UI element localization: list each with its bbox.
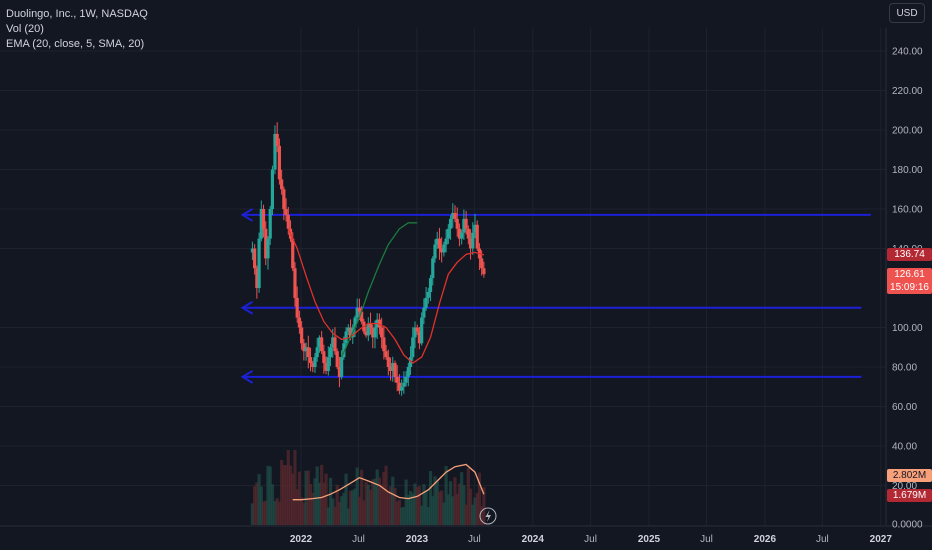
candle-body — [280, 179, 284, 190]
candle-body — [471, 232, 475, 249]
candle-body — [284, 209, 288, 215]
candle-body — [437, 238, 442, 249]
candle-body — [466, 228, 470, 239]
time-tick-label: Jul — [352, 534, 365, 545]
volume-ma-tag: 2.802M — [887, 469, 932, 482]
price-tick-label: 220.00 — [892, 86, 923, 97]
candle-body — [275, 133, 279, 146]
chart-legend: Duolingo, Inc., 1W, NASDAQ Vol (20) EMA … — [6, 7, 148, 52]
candle-body — [386, 357, 390, 367]
price-tick-label: 80.00 — [892, 363, 917, 374]
candle-body — [406, 367, 410, 377]
candle-body — [277, 145, 282, 180]
candle-body — [257, 238, 261, 288]
price-tick-label: 180.00 — [892, 165, 923, 176]
candle-body — [400, 386, 404, 391]
time-tick-label: 2023 — [406, 534, 429, 545]
volume-indicator-label[interactable]: Vol (20) — [6, 22, 148, 37]
candle-body — [433, 244, 437, 259]
candle-body — [448, 218, 453, 229]
candle-body — [382, 337, 386, 352]
candle-body — [384, 351, 388, 358]
candle-body — [297, 317, 302, 328]
time-tick-label: 2024 — [522, 534, 545, 545]
time-tick-label: Jul — [584, 534, 597, 545]
candle-body — [306, 347, 310, 358]
candle-body — [291, 238, 295, 269]
candle-body — [442, 244, 446, 253]
candle-body — [475, 224, 479, 249]
last-price-tag: 126.61 15:09:16 — [887, 268, 932, 294]
candle-body — [295, 297, 299, 318]
candle-body — [395, 376, 399, 383]
candle-body — [293, 268, 297, 298]
candle-body — [308, 357, 313, 364]
candle-body — [335, 351, 339, 367]
candle-body — [253, 248, 257, 269]
candle-body — [402, 382, 406, 387]
candle-body — [357, 307, 362, 312]
time-tick-label: 2025 — [638, 534, 661, 545]
candle-body — [270, 169, 275, 209]
ema-value-tag: 136.74 — [887, 248, 932, 261]
candle-body — [313, 357, 317, 367]
price-chart[interactable]: 240.00220.00200.00180.00160.00140.00100.… — [0, 0, 932, 550]
time-tick-label: 2026 — [754, 534, 777, 545]
candle-body — [320, 337, 324, 352]
candle-body — [428, 278, 433, 292]
candle-body — [431, 258, 435, 279]
candle-body — [446, 228, 450, 239]
candle-body — [261, 209, 266, 229]
price-tick-label: 160.00 — [892, 205, 923, 216]
candle-body — [315, 347, 319, 358]
candle-body — [415, 327, 419, 332]
candle-body — [326, 357, 330, 371]
candle-body — [344, 331, 348, 344]
candle-body — [420, 317, 424, 344]
volume-axis-label: 0.0000 — [892, 520, 923, 531]
candle-body — [422, 307, 426, 318]
candle-body — [328, 347, 333, 358]
symbol-title[interactable]: Duolingo, Inc., 1W, NASDAQ — [6, 7, 148, 22]
price-tick-label: 200.00 — [892, 126, 923, 137]
candle-body — [286, 214, 290, 229]
candle-body — [282, 189, 286, 209]
candle-body — [322, 351, 326, 364]
candle-body — [426, 291, 430, 298]
candle-body — [373, 327, 377, 338]
candle-body — [268, 209, 272, 239]
candle-body — [424, 297, 428, 308]
candle-body — [393, 363, 397, 377]
bar-countdown: 15:09:16 — [890, 282, 929, 293]
price-tick-label: 240.00 — [892, 47, 923, 58]
candle-body — [333, 337, 337, 352]
candle-body — [411, 337, 415, 358]
last-price-value: 126.61 — [894, 269, 925, 280]
candle-body — [380, 327, 384, 338]
candle-body — [460, 232, 464, 239]
price-tick-label: 100.00 — [892, 323, 923, 334]
price-tick-label: 40.00 — [892, 442, 917, 453]
ema-indicator-label[interactable]: EMA (20, close, 5, SMA, 20) — [6, 37, 148, 52]
candle-body — [453, 212, 457, 219]
candle-body — [404, 376, 408, 383]
candle-body — [480, 258, 484, 269]
candle-body — [340, 357, 344, 377]
volume-last-tag: 1.679M — [887, 489, 932, 502]
time-tick-label: Jul — [468, 534, 481, 545]
chart-background — [0, 0, 932, 550]
candle-body — [300, 327, 304, 344]
candle-body — [266, 238, 270, 259]
price-tick-label: 60.00 — [892, 402, 917, 413]
time-tick-label: 2027 — [870, 534, 893, 545]
candle-body — [464, 218, 468, 229]
candle-body — [482, 268, 486, 275]
currency-button[interactable]: USD — [889, 3, 925, 23]
candle-body — [455, 218, 459, 229]
time-tick-label: Jul — [816, 534, 829, 545]
time-tick-label: 2022 — [290, 534, 313, 545]
time-tick-label: Jul — [700, 534, 713, 545]
candle-body — [444, 238, 448, 245]
